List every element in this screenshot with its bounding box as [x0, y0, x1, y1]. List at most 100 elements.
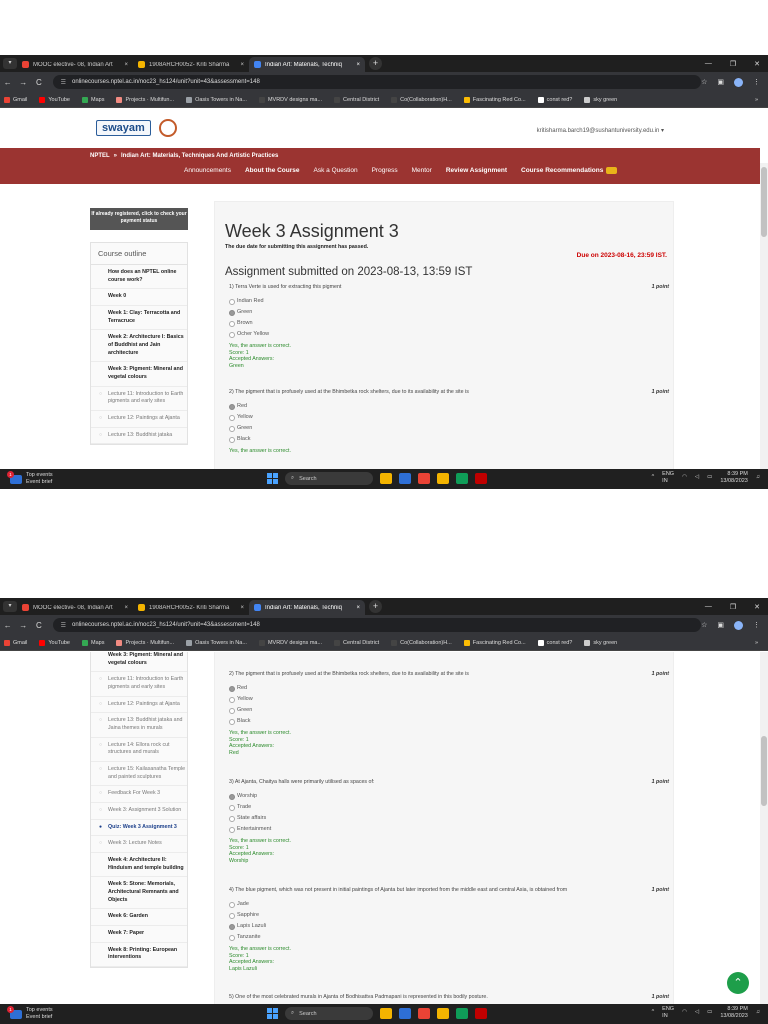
nav-mentor[interactable]: Mentor [412, 167, 432, 174]
bookmark-item[interactable]: Fascinating Red Co... [463, 639, 526, 646]
clock[interactable]: 8:39 PM 13/08/2023 [720, 471, 748, 484]
illustrator-icon[interactable] [475, 473, 487, 484]
file-explorer-icon[interactable] [437, 1008, 449, 1019]
outline-subitem[interactable]: Lecture 15: Kailasanatha Temple and pain… [91, 762, 187, 787]
wifi-icon[interactable]: ◠ [682, 474, 687, 481]
bookmark-item[interactable]: MVRDV designs ma... [258, 96, 322, 103]
side-panel-icon[interactable]: ▣ [717, 621, 724, 629]
outline-subitem[interactable]: Lecture 11: Introduction to Earth pigmen… [91, 387, 187, 412]
outline-subitem[interactable]: Week 3: Assignment 3 Solution [91, 803, 187, 820]
windows-start-icon[interactable] [267, 1008, 278, 1019]
outline-item[interactable]: Week 5: Stone: Memorials, Architectural … [91, 877, 187, 910]
outline-subitem[interactable]: Lecture 11: Introduction to Earth pigmen… [91, 672, 187, 697]
bookmark-item[interactable]: MVRDV designs ma... [258, 639, 322, 646]
bookmark-star-icon[interactable]: ☆ [701, 78, 707, 86]
outline-item[interactable]: Week 0 [91, 289, 187, 307]
volume-icon[interactable]: ◁ [695, 474, 699, 481]
outline-subitem[interactable]: Lecture 14: Ellora rock cut structures a… [91, 738, 187, 763]
bookmark-item[interactable]: sky green [584, 96, 617, 103]
forward-icon[interactable]: → [16, 621, 32, 630]
forward-icon[interactable]: → [16, 78, 32, 87]
outline-item[interactable]: Week 6: Garden [91, 909, 187, 927]
tab-search-icon[interactable]: ▾ [3, 601, 17, 612]
notifications-bell-icon[interactable]: ♫ [756, 474, 760, 481]
site-info-icon[interactable]: ☰ [61, 622, 66, 629]
profile-avatar[interactable] [734, 77, 744, 87]
close-window-icon[interactable]: ✕ [754, 603, 760, 611]
breadcrumb-root[interactable]: NPTEL [90, 153, 110, 159]
swayam-logo[interactable]: swayam [96, 120, 151, 136]
new-tab-button[interactable]: + [369, 600, 382, 613]
bookmark-item[interactable]: Oasis Towers in Na... [186, 96, 247, 103]
outline-item[interactable]: How does an NPTEL online course work? [91, 265, 187, 290]
outline-subitem[interactable]: Lecture 12: Paintings at Ajanta [91, 411, 187, 428]
menu-icon[interactable]: ⋮ [753, 621, 760, 629]
tab-close-icon[interactable]: × [124, 605, 128, 611]
nav-course-recommendations[interactable]: Course Recommendations [521, 167, 618, 174]
outline-item[interactable]: Week 4: Architecture II: Hinduism and te… [91, 853, 187, 878]
browser-tab[interactable]: 1908ARCH0052- Kriti Sharma × [133, 57, 249, 72]
chrome-icon[interactable] [418, 473, 430, 484]
bookmark-item[interactable]: Fascinating Red Co... [463, 96, 526, 103]
tab-close-icon[interactable]: × [124, 62, 128, 68]
language-indicator[interactable]: ENG IN [662, 471, 674, 484]
teams-icon[interactable] [399, 473, 411, 484]
site-info-icon[interactable]: ☰ [61, 79, 66, 86]
language-indicator[interactable]: ENG IN [662, 1006, 674, 1019]
outline-item[interactable]: Week 8: Printing: European interventions [91, 943, 187, 968]
nav-progress[interactable]: Progress [372, 167, 398, 174]
widgets-button[interactable]: 1 Top events Event brief [0, 470, 230, 485]
notifications-bell-icon[interactable]: ♫ [756, 1009, 760, 1016]
new-tab-button[interactable]: + [369, 57, 382, 70]
page-scrollbar[interactable] [760, 652, 768, 1004]
reload-icon[interactable]: C [31, 78, 47, 87]
store-icon[interactable] [456, 1008, 468, 1019]
maximize-icon[interactable]: ❐ [730, 60, 736, 68]
breadcrumb-course[interactable]: Indian Art: Materials, Techniques And Ar… [121, 153, 278, 159]
bookmark-item[interactable]: Central District [334, 96, 379, 103]
payment-status-button[interactable]: If already registered, click to check yo… [90, 208, 188, 230]
outline-item[interactable]: Week 3: Pigment: Mineral and vegetal col… [91, 652, 187, 673]
tray-overflow-icon[interactable]: ^ [652, 1009, 655, 1016]
bookmarks-overflow-icon[interactable]: » [755, 640, 768, 646]
tab-close-icon[interactable]: × [356, 605, 360, 611]
browser-tab[interactable]: MOOC elective- 08, Indian Art × [17, 57, 133, 72]
tray-overflow-icon[interactable]: ^ [652, 474, 655, 481]
widgets-icon[interactable] [380, 473, 392, 484]
bookmark-item[interactable]: YouTube [39, 96, 70, 103]
outline-subitem[interactable]: Feedback For Week 3 [91, 786, 187, 804]
bookmark-item[interactable]: Maps [82, 96, 104, 103]
minimize-icon[interactable]: — [705, 60, 712, 68]
volume-icon[interactable]: ◁ [695, 1009, 699, 1016]
outline-item[interactable]: Week 3: Pigment: Mineral and vegetal col… [91, 362, 187, 387]
widgets-icon[interactable] [380, 1008, 392, 1019]
battery-icon[interactable]: ▭ [707, 474, 712, 481]
close-window-icon[interactable]: ✕ [754, 60, 760, 68]
bookmark-item[interactable]: Gmail [4, 96, 27, 103]
bookmark-star-icon[interactable]: ☆ [701, 621, 707, 629]
file-explorer-icon[interactable] [437, 473, 449, 484]
scrollbar-thumb[interactable] [761, 167, 767, 237]
bookmark-item[interactable]: Co(Collaboration)H... [391, 96, 452, 103]
outline-subitem[interactable]: Lecture 13: Buddhist jataka [91, 428, 187, 445]
maximize-icon[interactable]: ❐ [730, 603, 736, 611]
url-bar[interactable]: ☰ onlinecourses.nptel.ac.in/noc23_hs124/u… [52, 618, 702, 632]
wifi-icon[interactable]: ◠ [682, 1009, 687, 1016]
nav-about-course[interactable]: About the Course [245, 167, 300, 174]
store-icon[interactable] [456, 473, 468, 484]
bookmark-item[interactable]: Projects · Multifun... [116, 96, 174, 103]
outline-item[interactable]: Week 2: Architecture I: Basics of Buddhi… [91, 330, 187, 363]
taskbar-search[interactable]: ⌕ Search [285, 1007, 373, 1020]
bookmark-item[interactable]: Co(Collaboration)H... [391, 639, 452, 646]
tab-close-icon[interactable]: × [356, 62, 360, 68]
user-menu[interactable]: kritisharma.barch19@sushantuniversity.ed… [537, 127, 664, 134]
browser-tab[interactable]: 1908ARCH0052- Kriti Sharma × [133, 600, 249, 615]
nav-announcements[interactable]: Announcements [184, 167, 231, 174]
outline-subitem[interactable]: Week 3: Lecture Notes [91, 836, 187, 854]
windows-start-icon[interactable] [267, 473, 278, 484]
chrome-icon[interactable] [418, 1008, 430, 1019]
reload-icon[interactable]: C [31, 621, 47, 630]
bookmarks-overflow-icon[interactable]: » [755, 97, 768, 103]
outline-subitem[interactable]: Lecture 12: Paintings at Ajanta [91, 697, 187, 714]
widgets-button[interactable]: 1 Top events Event brief [0, 1005, 230, 1020]
